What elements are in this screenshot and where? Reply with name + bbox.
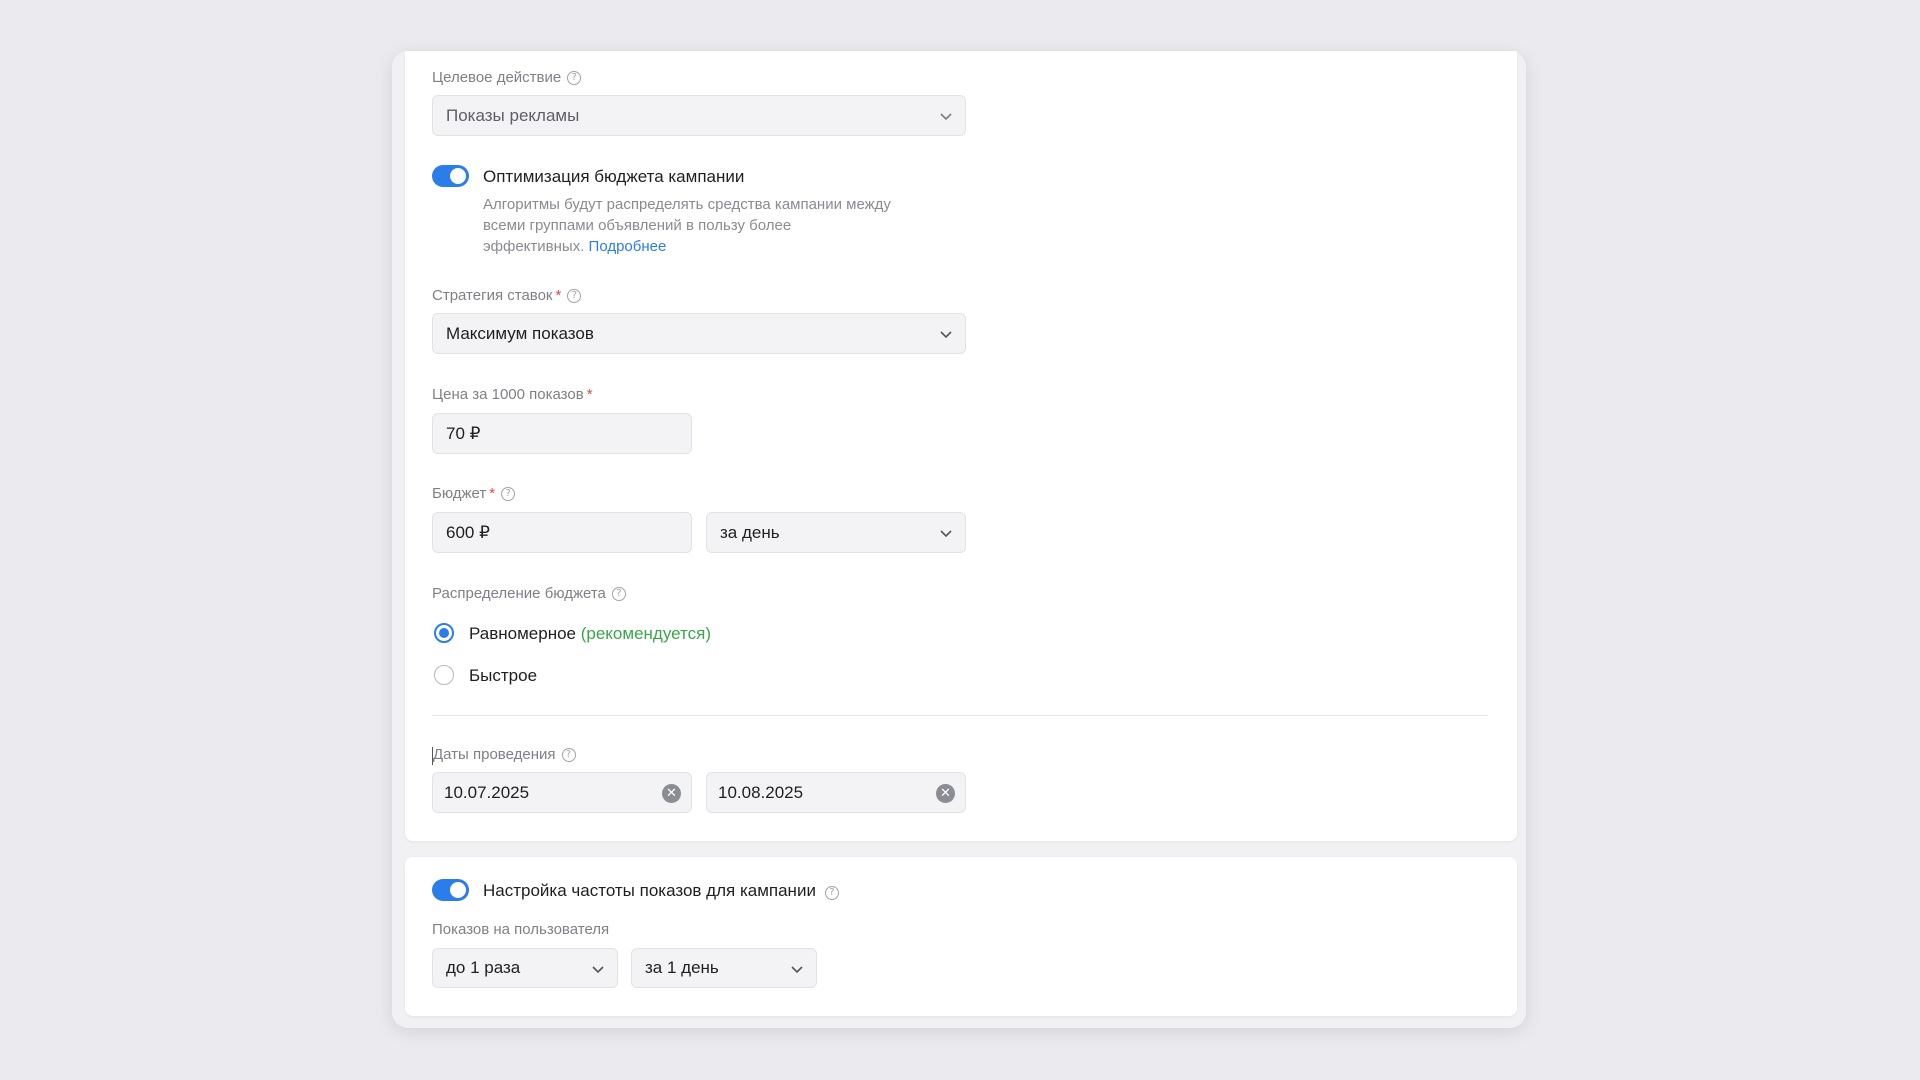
cpm-label: Цена за 1000 показов *: [432, 386, 593, 403]
more-link[interactable]: Подробнее: [589, 238, 667, 255]
impressions-per-user-label: Показов на пользователя: [432, 921, 610, 938]
chevron-down-icon: [940, 530, 952, 538]
radio-fast-label[interactable]: Быстрое: [469, 666, 537, 686]
radio-even[interactable]: [434, 623, 454, 643]
recommended-note: (рекомендуется): [580, 624, 711, 643]
budget-amount-input[interactable]: 600 ₽: [432, 512, 692, 553]
help-icon[interactable]: ?: [567, 288, 582, 303]
chevron-down-icon: [592, 966, 604, 974]
required-mark: *: [555, 287, 562, 304]
start-date-input[interactable]: 10.07.2025 ✕: [432, 772, 692, 813]
chevron-down-icon: [791, 966, 803, 974]
radio-fast[interactable]: [434, 665, 454, 685]
budget-distribution-label: Распределение бюджета ?: [432, 585, 626, 602]
budget-optimization-description: Алгоритмы будут распределять средства ка…: [483, 196, 891, 255]
radio-even-label[interactable]: Равномерное (рекомендуется): [469, 624, 711, 644]
end-date-input[interactable]: 10.08.2025 ✕: [706, 772, 966, 813]
budget-optimization-toggle[interactable]: [432, 165, 469, 187]
frequency-label-row: Настройка частоты показов для кампании ?: [483, 881, 839, 901]
frequency-label: Настройка частоты показов для кампании: [483, 881, 816, 900]
budget-period-select[interactable]: за день: [706, 512, 966, 553]
section-divider: [432, 715, 1488, 716]
clear-icon[interactable]: ✕: [936, 784, 955, 803]
frequency-count-select[interactable]: до 1 раза: [432, 948, 618, 988]
help-icon[interactable]: ?: [561, 747, 576, 762]
help-icon[interactable]: ?: [501, 486, 516, 501]
target-action-label: Целевое действие ?: [432, 69, 582, 86]
required-mark: *: [586, 386, 593, 403]
help-icon[interactable]: ?: [824, 885, 839, 900]
clear-icon[interactable]: ✕: [662, 784, 681, 803]
bid-strategy-label: Стратегия ставок * ?: [432, 287, 582, 304]
required-mark: *: [489, 485, 496, 502]
frequency-toggle[interactable]: [432, 879, 469, 901]
help-icon[interactable]: ?: [567, 70, 582, 85]
bid-strategy-select[interactable]: Максимум показов: [432, 313, 966, 354]
chevron-down-icon: [940, 331, 952, 339]
target-action-select[interactable]: Показы рекламы: [432, 95, 966, 136]
budget-optimization-label: Оптимизация бюджета кампании: [483, 167, 745, 186]
frequency-period-select[interactable]: за 1 день: [631, 948, 817, 988]
chevron-down-icon: [940, 113, 952, 121]
budget-label: Бюджет * ?: [432, 485, 516, 502]
dates-label: Даты проведения ?: [433, 746, 576, 763]
cpm-input[interactable]: 70 ₽: [432, 413, 692, 454]
help-icon[interactable]: ?: [611, 586, 626, 601]
